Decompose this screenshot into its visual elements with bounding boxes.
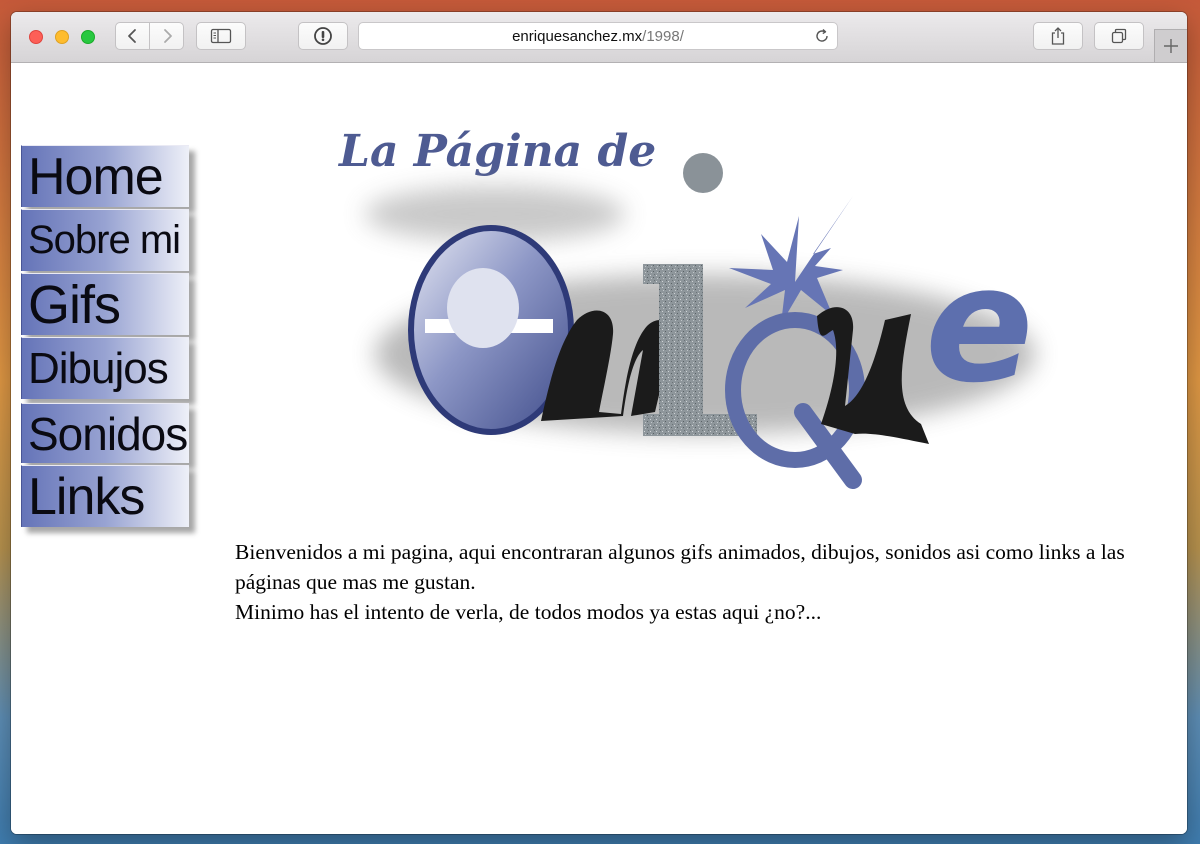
nav-home[interactable]: Home (21, 145, 189, 207)
forward-button[interactable] (149, 22, 184, 50)
intro-text: Bienvenidos a mi pagina, aqui encontrara… (235, 537, 1155, 627)
intro-line-2: Minimo has el intento de verla, de todos… (235, 600, 822, 624)
intro-line-1: Bienvenidos a mi pagina, aqui encontrara… (235, 540, 1125, 594)
reload-button[interactable] (814, 28, 830, 48)
browser-window: enriquesanchez.mx/1998/ Home Sobre mi Gi… (11, 12, 1187, 834)
share-icon (1051, 27, 1065, 45)
url-path: /1998/ (642, 27, 684, 45)
svg-text:e: e (925, 231, 1034, 418)
sidebar-button[interactable] (196, 22, 246, 50)
browser-toolbar: enriquesanchez.mx/1998/ (11, 12, 1187, 63)
nav-sobre-mi[interactable]: Sobre mi (21, 209, 189, 271)
logo-header-text: La Página de (337, 126, 656, 177)
zoom-window-button[interactable] (81, 30, 95, 44)
new-tab-button[interactable] (1154, 29, 1187, 62)
back-icon (127, 29, 136, 43)
close-window-button[interactable] (29, 30, 43, 44)
nav-links[interactable]: Links (21, 465, 189, 527)
password-icon (314, 27, 332, 45)
tabs-icon (1111, 28, 1127, 44)
password-button[interactable] (298, 22, 348, 50)
nav-dibujos[interactable]: Dibujos (21, 337, 189, 399)
address-bar[interactable]: enriquesanchez.mx/1998/ (358, 22, 838, 50)
minimize-window-button[interactable] (55, 30, 69, 44)
sidebar-icon (210, 28, 232, 44)
site-logo: La Página de e enrique (325, 94, 1095, 514)
share-button[interactable] (1033, 22, 1083, 50)
back-button[interactable] (115, 22, 150, 50)
forward-icon (163, 29, 172, 43)
reload-icon (816, 28, 828, 42)
url-host: enriquesanchez.mx (512, 27, 643, 45)
nav-gifs[interactable]: Gifs (21, 273, 189, 335)
nav-sonidos[interactable]: Sonidos (21, 403, 189, 463)
plus-icon (1164, 39, 1178, 53)
tabs-button[interactable] (1094, 22, 1144, 50)
page-content: Home Sobre mi Gifs Dibujos Sonidos Links (11, 63, 1187, 834)
